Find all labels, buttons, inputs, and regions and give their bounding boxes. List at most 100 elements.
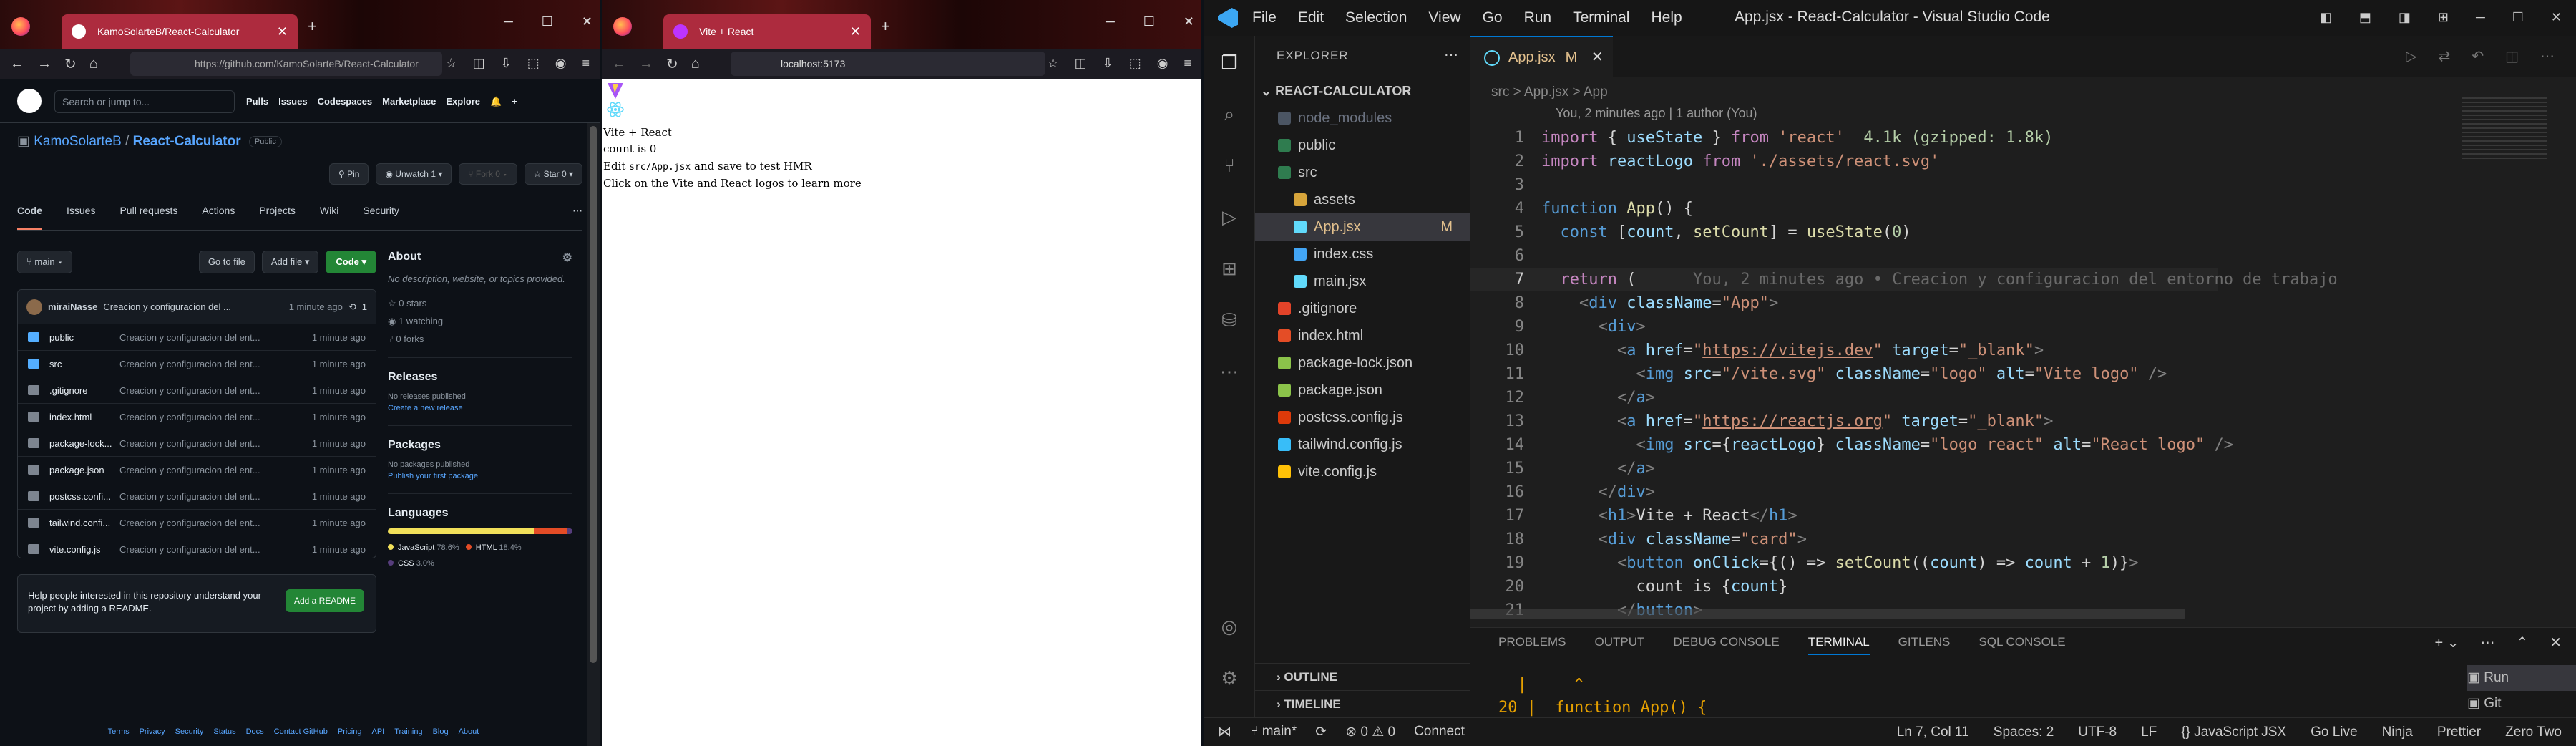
explorer-item[interactable]: App.jsx M <box>1255 213 1470 241</box>
file-row[interactable]: package.json Creacion y configuracion del… <box>18 457 376 483</box>
file-commit-message[interactable]: Creacion y configuracion del ent... <box>119 544 297 555</box>
explorer-item[interactable]: vite.config.js <box>1255 458 1470 485</box>
back-icon[interactable]: ← <box>612 56 626 72</box>
explorer-item[interactable]: main.jsx <box>1255 268 1470 295</box>
commit-message[interactable]: Creacion y configuracion del ... <box>103 301 246 312</box>
react-logo-icon[interactable] <box>606 100 625 119</box>
footer-link[interactable]: Docs <box>246 727 264 736</box>
menu-run[interactable]: Run <box>1524 9 1552 26</box>
watching-link[interactable]: ◉ 1 watching <box>388 316 572 327</box>
browser-tab-github[interactable]: KamoSolarteB/React-Calculator ✕ <box>62 14 298 49</box>
star-button[interactable]: ☆ Star 0 ▾ <box>524 163 582 185</box>
nav-issues[interactable]: Issues <box>278 96 307 107</box>
status-item[interactable]: Ninja <box>2382 725 2413 740</box>
file-name[interactable]: .gitignore <box>49 385 119 396</box>
branch-status[interactable]: ⑂ main* <box>1250 724 1297 740</box>
gear-icon[interactable]: ⚙ <box>562 251 572 265</box>
footer-link[interactable]: Status <box>213 727 235 736</box>
create-release-link[interactable]: Create a new release <box>388 404 572 412</box>
file-row[interactable]: postcss.confi... Creacion y configuracion… <box>18 483 376 510</box>
file-row[interactable]: src Creacion y configuracion del ent... 1 … <box>18 351 376 377</box>
close-window-icon[interactable]: ✕ <box>2551 10 2562 25</box>
more-tabs-icon[interactable]: ⋯ <box>572 205 582 230</box>
footer-link[interactable]: API <box>371 727 384 736</box>
extensions-icon[interactable]: ⊞ <box>1218 258 1241 281</box>
close-tab-icon[interactable]: ✕ <box>277 14 288 49</box>
download-icon[interactable]: ⇩ <box>501 56 512 71</box>
status-item[interactable]: LF <box>2141 725 2157 740</box>
maximize-icon[interactable]: ☐ <box>2512 10 2524 25</box>
minimap[interactable] <box>2462 97 2547 162</box>
back-icon[interactable]: ← <box>10 56 24 72</box>
repo-owner-link[interactable]: KamoSolarteB <box>34 134 122 149</box>
close-window-icon[interactable]: ✕ <box>1184 14 1194 29</box>
code-lines[interactable]: 1 import { useState } from 'react' 4.1k (… <box>1470 126 2338 622</box>
tab-issues[interactable]: Issues <box>67 205 95 230</box>
file-commit-message[interactable]: Creacion y configuracion del ent... <box>119 465 297 475</box>
source-control-icon[interactable]: ⑂ <box>1218 155 1241 178</box>
code-button[interactable]: Code ▾ <box>326 251 376 273</box>
new-terminal-icon[interactable]: + ⌄ <box>2434 634 2459 651</box>
close-window-icon[interactable]: ✕ <box>582 14 592 29</box>
menu-icon[interactable]: ≡ <box>1184 56 1191 71</box>
panel-tab-output[interactable]: OUTPUT <box>1594 635 1644 655</box>
tab-security[interactable]: Security <box>363 205 399 230</box>
explorer-item[interactable]: assets <box>1255 186 1470 213</box>
explorer-more-icon[interactable]: ⋯ <box>1444 46 1458 64</box>
status-item[interactable]: Zero Two <box>2505 725 2562 740</box>
status-item[interactable]: Prettier <box>2437 725 2481 740</box>
publish-package-link[interactable]: Publish your first package <box>388 472 572 480</box>
pocket-icon[interactable]: ◫ <box>1075 56 1087 71</box>
outline-section[interactable]: › OUTLINE <box>1255 663 1470 690</box>
menu-selection[interactable]: Selection <box>1345 9 1407 26</box>
browser-tab-vite[interactable]: Vite + React ✕ <box>663 14 871 49</box>
customize-layout-icon[interactable]: ⊞ <box>2438 10 2449 25</box>
sync-icon[interactable]: ⟳ <box>1315 724 1327 740</box>
explorer-item[interactable]: index.html <box>1255 322 1470 349</box>
pocket-icon[interactable]: ◫ <box>473 56 485 71</box>
file-name[interactable]: public <box>49 332 119 343</box>
file-commit-message[interactable]: Creacion y configuracion del ent... <box>119 518 297 528</box>
explorer-item[interactable]: package-lock.json <box>1255 349 1470 377</box>
project-root[interactable]: ⌄ REACT-CALCULATOR <box>1255 77 1470 105</box>
panel-tab-gitlens[interactable]: GITLENS <box>1898 635 1951 655</box>
lang-javascript[interactable]: JavaScript 78.6% <box>388 543 459 552</box>
home-icon[interactable]: ⌂ <box>89 56 98 72</box>
timeline-section[interactable]: › TIMELINE <box>1255 690 1470 717</box>
commit-count[interactable]: 1 <box>362 301 367 312</box>
file-commit-message[interactable]: Creacion y configuracion del ent... <box>119 332 297 343</box>
tab-actions[interactable]: Actions <box>202 205 235 230</box>
panel-tab-debug-console[interactable]: DEBUG CONSOLE <box>1673 635 1779 655</box>
file-name[interactable]: tailwind.confi... <box>49 518 119 528</box>
close-panel-icon[interactable]: ✕ <box>2550 634 2562 651</box>
status-item[interactable]: Ln 7, Col 11 <box>1897 725 1969 740</box>
forward-icon[interactable]: → <box>37 56 52 72</box>
address-bar[interactable]: https://github.com/KamoSolarteB/React-Ca… <box>130 52 442 76</box>
minimize-icon[interactable]: ─ <box>504 14 513 29</box>
files-icon[interactable]: ❐ <box>1218 52 1241 74</box>
compare-icon[interactable]: ⇄ <box>2439 47 2451 65</box>
toggle-sidebar-icon[interactable]: ◧ <box>2320 10 2332 25</box>
github-logo-icon[interactable] <box>17 89 42 113</box>
footer-link[interactable]: About <box>459 727 479 736</box>
search-icon[interactable]: ⌕ <box>1218 103 1241 126</box>
file-name[interactable]: package-lock... <box>49 438 119 449</box>
file-commit-message[interactable]: Creacion y configuracion del ent... <box>119 438 297 449</box>
file-row[interactable]: tailwind.confi... Creacion y configuracio… <box>18 510 376 536</box>
nav-codespaces[interactable]: Codespaces <box>318 96 373 107</box>
terminal-run[interactable]: ▣ Run <box>2467 665 2576 691</box>
packages-title[interactable]: Packages <box>388 439 572 452</box>
file-row[interactable]: index.html Creacion y configuracion del e… <box>18 404 376 430</box>
plus-icon[interactable]: + <box>512 96 517 107</box>
branch-selector[interactable]: ⑂ main ▾ <box>17 251 73 273</box>
nav-pulls[interactable]: Pulls <box>246 96 268 107</box>
account-icon[interactable]: ◉ <box>555 56 567 71</box>
file-row[interactable]: .gitignore Creacion y configuracion del e… <box>18 377 376 404</box>
connect-status[interactable]: Connect <box>1414 724 1465 740</box>
panel-tab-sql-console[interactable]: SQL CONSOLE <box>1979 635 2065 655</box>
footer-link[interactable]: Contact GitHub <box>274 727 328 736</box>
more-icon[interactable]: ⋯ <box>1218 361 1241 384</box>
footer-link[interactable]: Blog <box>433 727 449 736</box>
file-commit-message[interactable]: Creacion y configuracion del ent... <box>119 385 297 396</box>
file-name[interactable]: src <box>49 359 119 369</box>
